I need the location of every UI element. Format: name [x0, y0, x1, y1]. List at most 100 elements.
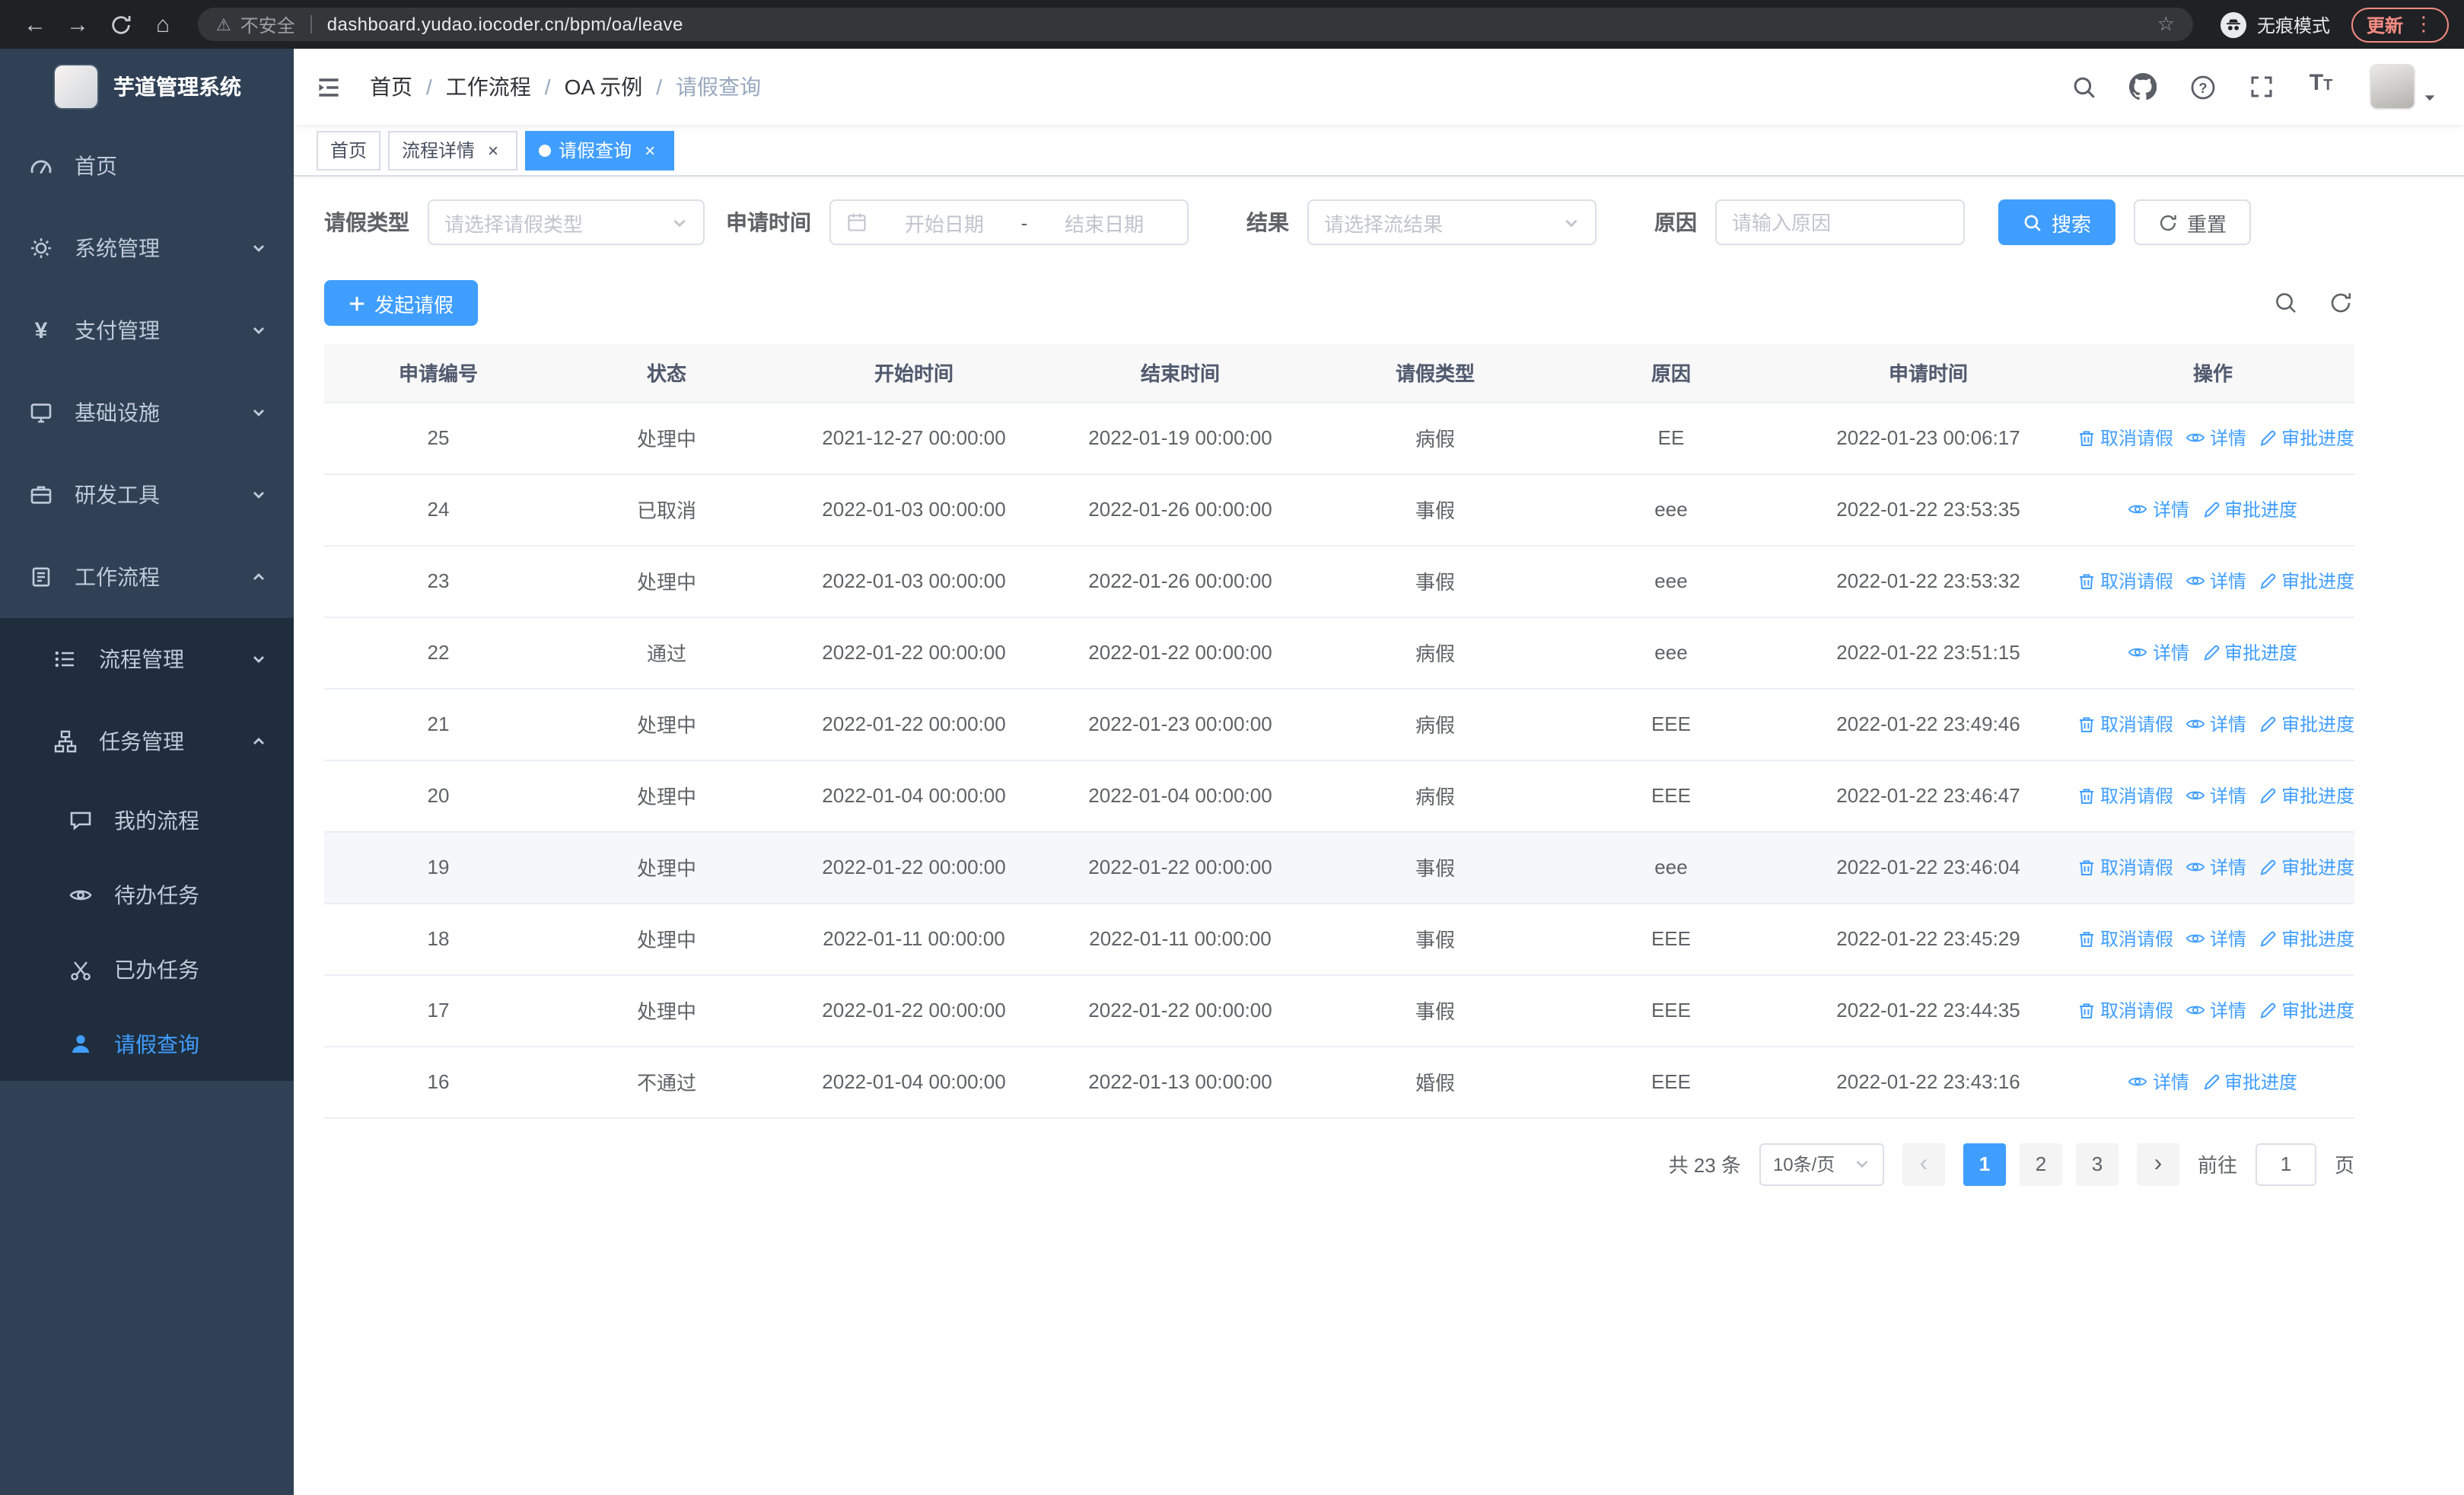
- reset-button[interactable]: 重置: [2134, 199, 2252, 245]
- approval-progress-link[interactable]: 审批进度: [2201, 639, 2297, 665]
- app-logo[interactable]: 芋道管理系统: [0, 49, 294, 125]
- security-label[interactable]: 不安全: [240, 11, 295, 37]
- url-text[interactable]: dashboard.yudao.iocoder.cn/bpm/oa/leave: [327, 14, 2148, 35]
- detail-link[interactable]: 详情: [2128, 639, 2189, 665]
- leave-type-select[interactable]: 请选择请假类型: [428, 199, 705, 245]
- page-button-2[interactable]: 2: [2019, 1143, 2062, 1185]
- apply-time-range-picker[interactable]: 开始日期 - 结束日期: [829, 199, 1189, 245]
- leave-table-body: 25 处理中 2021-12-27 00:00:00 2022-01-19 00:00…: [324, 402, 2354, 1118]
- search-icon[interactable]: [2067, 70, 2100, 104]
- tab-process-detail[interactable]: 流程详情 ×: [388, 130, 518, 170]
- approval-progress-link[interactable]: 审批进度: [2259, 997, 2354, 1023]
- cell-id: 22: [324, 617, 552, 689]
- prev-page-button[interactable]: ‹: [1902, 1143, 1945, 1185]
- update-button[interactable]: 更新 ⋮: [2351, 7, 2449, 42]
- sidebar-item-my-process[interactable]: 我的流程: [0, 783, 294, 857]
- refresh-table-icon[interactable]: [2327, 289, 2354, 317]
- question-icon[interactable]: ?: [2185, 70, 2219, 104]
- approval-progress-link[interactable]: 审批进度: [2201, 496, 2297, 522]
- cell-start_time: 2022-01-03 00:00:00: [781, 545, 1047, 617]
- approval-progress-link[interactable]: 审批进度: [2201, 1069, 2297, 1095]
- sidebar-item-home[interactable]: 首页: [0, 125, 294, 207]
- reason-input[interactable]: [1732, 211, 1948, 234]
- close-icon[interactable]: ×: [482, 139, 504, 161]
- breadcrumb-item[interactable]: OA 示例: [565, 72, 643, 102]
- result-select[interactable]: 请选择流结果: [1307, 199, 1597, 245]
- create-leave-button[interactable]: 发起请假: [324, 280, 479, 326]
- detail-link[interactable]: 详情: [2128, 1068, 2189, 1094]
- eye-icon: [67, 882, 94, 907]
- cancel-leave-link[interactable]: 取消请假: [2077, 568, 2173, 594]
- approval-progress-link[interactable]: 审批进度: [2259, 783, 2354, 808]
- reset-button-label: 重置: [2187, 212, 2227, 235]
- detail-link[interactable]: 详情: [2128, 496, 2189, 521]
- address-bar[interactable]: ⚠ 不安全 dashboard.yudao.iocoder.cn/bpm/oa/…: [198, 8, 2193, 41]
- chat-icon: [67, 808, 94, 832]
- sidebar-item-done-tasks[interactable]: 已办任务: [0, 932, 294, 1006]
- sidebar-item-label: 研发工具: [75, 483, 160, 507]
- detail-link[interactable]: 详情: [2185, 996, 2246, 1022]
- sidebar-item-payment-mgmt[interactable]: ¥ 支付管理: [0, 289, 294, 371]
- detail-link[interactable]: 详情: [2185, 782, 2246, 808]
- select-placeholder: 请选择请假类型: [444, 212, 584, 235]
- sidebar-item-dev-tools[interactable]: 研发工具: [0, 454, 294, 536]
- sidebar-item-infrastructure[interactable]: 基础设施: [0, 371, 294, 454]
- detail-link[interactable]: 详情: [2185, 710, 2246, 736]
- reload-icon[interactable]: [100, 5, 140, 44]
- back-icon[interactable]: ←: [15, 5, 55, 44]
- next-page-button[interactable]: ›: [2136, 1143, 2179, 1185]
- detail-link[interactable]: 详情: [2185, 853, 2246, 879]
- font-size-icon[interactable]: TT: [2304, 70, 2338, 104]
- tab-home[interactable]: 首页: [317, 130, 381, 170]
- cancel-leave-link[interactable]: 取消请假: [2077, 926, 2173, 952]
- cancel-leave-link[interactable]: 取消请假: [2077, 711, 2173, 737]
- cell-status: 处理中: [552, 760, 781, 832]
- user-menu[interactable]: [2370, 64, 2437, 110]
- goto-page-input[interactable]: [2256, 1144, 2315, 1184]
- sidebar-item-task-mgmt[interactable]: 任务管理: [0, 700, 294, 783]
- cancel-leave-link[interactable]: 取消请假: [2077, 783, 2173, 808]
- breadcrumb-item[interactable]: 工作流程: [446, 72, 531, 102]
- page-button-3[interactable]: 3: [2075, 1143, 2119, 1185]
- sidebar-item-process-mgmt[interactable]: 流程管理: [0, 618, 294, 700]
- approval-progress-link[interactable]: 审批进度: [2259, 568, 2354, 594]
- tab-label: 流程详情: [402, 140, 476, 161]
- update-label[interactable]: 更新: [2367, 11, 2403, 37]
- avatar[interactable]: [2370, 64, 2415, 110]
- detail-link[interactable]: 详情: [2185, 424, 2246, 450]
- tab-leave-query[interactable]: 请假查询 ×: [525, 130, 675, 170]
- cancel-leave-link[interactable]: 取消请假: [2077, 997, 2173, 1023]
- cell-end_time: 2022-01-26 00:00:00: [1047, 473, 1313, 546]
- tab-label: 请假查询: [559, 140, 632, 161]
- home-icon[interactable]: ⌂: [143, 5, 183, 44]
- forward-icon[interactable]: →: [58, 5, 97, 44]
- github-icon[interactable]: [2126, 70, 2160, 104]
- fullscreen-icon[interactable]: [2245, 70, 2278, 104]
- approval-progress-link[interactable]: 审批进度: [2259, 926, 2354, 952]
- sidebar-item-label: 流程管理: [99, 647, 184, 671]
- sidebar-item-leave-query[interactable]: 请假查询: [0, 1006, 294, 1081]
- detail-link[interactable]: 详情: [2185, 567, 2246, 593]
- page-button-1[interactable]: 1: [1963, 1143, 2006, 1185]
- hamburger-icon[interactable]: [315, 74, 342, 100]
- app-window: 芋道管理系统 首页 系统管理 ¥ 支付管理 基础设施 研发工具 工作流程 流程管…: [0, 49, 2464, 1495]
- search-button[interactable]: 搜索: [1998, 199, 2116, 245]
- cancel-leave-link[interactable]: 取消请假: [2077, 425, 2173, 451]
- table-row: 18 处理中 2022-01-11 00:00:00 2022-01-11 00:00…: [324, 903, 2354, 975]
- page-size-select[interactable]: 10条/页: [1759, 1143, 1884, 1185]
- sidebar-item-system-mgmt[interactable]: 系统管理: [0, 207, 294, 289]
- breadcrumb-item[interactable]: 首页: [370, 72, 412, 102]
- sidebar-item-todo-tasks[interactable]: 待办任务: [0, 857, 294, 932]
- cancel-leave-link[interactable]: 取消请假: [2077, 854, 2173, 880]
- browser-menu-icon[interactable]: ⋮: [2414, 12, 2434, 37]
- close-icon[interactable]: ×: [639, 139, 661, 161]
- approval-progress-link[interactable]: 审批进度: [2259, 854, 2354, 880]
- approval-progress-link[interactable]: 审批进度: [2259, 711, 2354, 737]
- approval-progress-link[interactable]: 审批进度: [2259, 425, 2354, 451]
- detail-link[interactable]: 详情: [2185, 925, 2246, 951]
- bookmark-star-icon[interactable]: ☆: [2157, 12, 2175, 37]
- cell-reason: eee: [1557, 831, 1785, 904]
- sidebar-item-workflow[interactable]: 工作流程: [0, 536, 294, 618]
- cell-end_time: 2022-01-23 00:00:00: [1047, 688, 1313, 760]
- toggle-search-icon[interactable]: [2272, 289, 2300, 317]
